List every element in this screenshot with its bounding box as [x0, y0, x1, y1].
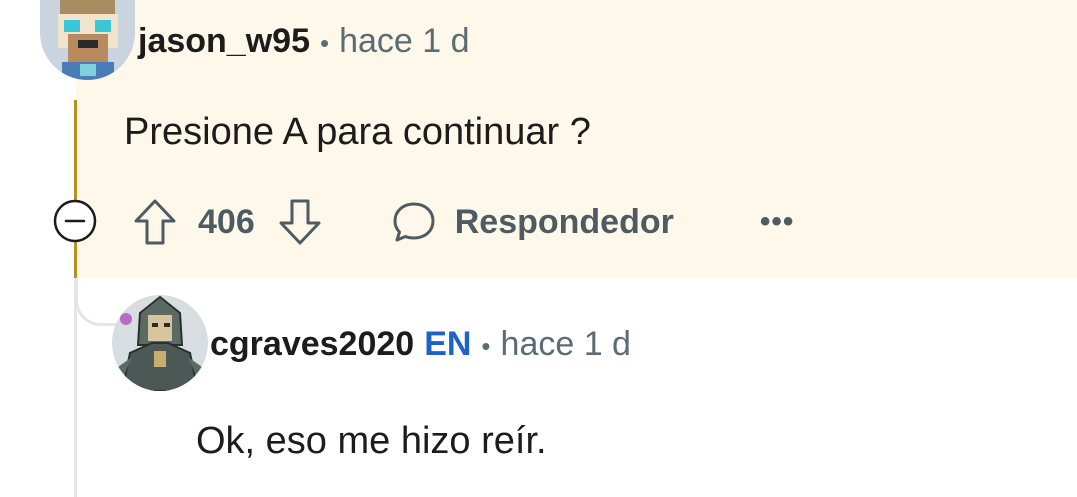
comment-bubble-icon — [393, 202, 435, 242]
more-options-button[interactable]: ••• — [760, 205, 795, 239]
reply-label: Respondedor — [454, 202, 674, 241]
reply-button[interactable]: Respondedor — [391, 199, 674, 245]
reply-timestamp[interactable]: hace 1 d — [501, 325, 631, 364]
comment-action-bar: 406 Respondedor ••• — [132, 192, 794, 252]
username[interactable]: jason_w95 — [138, 22, 310, 61]
comment-body: Presione A para continuar ? — [124, 111, 591, 153]
armored-character-avatar-icon — [112, 295, 208, 391]
timestamp[interactable]: hace 1 d — [339, 22, 469, 61]
meta-separator: • — [319, 28, 330, 58]
reply-body: Ok, eso me hizo reír. — [196, 420, 547, 462]
thread-connector — [75, 278, 117, 326]
comment-meta: jason_w95 • hace 1 d — [138, 22, 470, 61]
user-flair: EN — [424, 325, 472, 363]
reply-username[interactable]: cgraves2020 — [210, 325, 414, 364]
collapse-minus-icon — [53, 199, 97, 243]
meta-separator: • — [481, 331, 491, 361]
vote-count: 406 — [198, 202, 255, 241]
reply-avatar[interactable] — [112, 295, 208, 391]
thread-line[interactable] — [74, 100, 77, 278]
upvote-button[interactable] — [132, 197, 178, 247]
reply-meta: cgraves2020 EN • hace 1 d — [210, 325, 631, 364]
downvote-button[interactable] — [277, 197, 323, 247]
upvote-arrow-icon — [134, 199, 176, 245]
collapse-button[interactable] — [52, 198, 98, 244]
downvote-arrow-icon — [279, 199, 321, 245]
